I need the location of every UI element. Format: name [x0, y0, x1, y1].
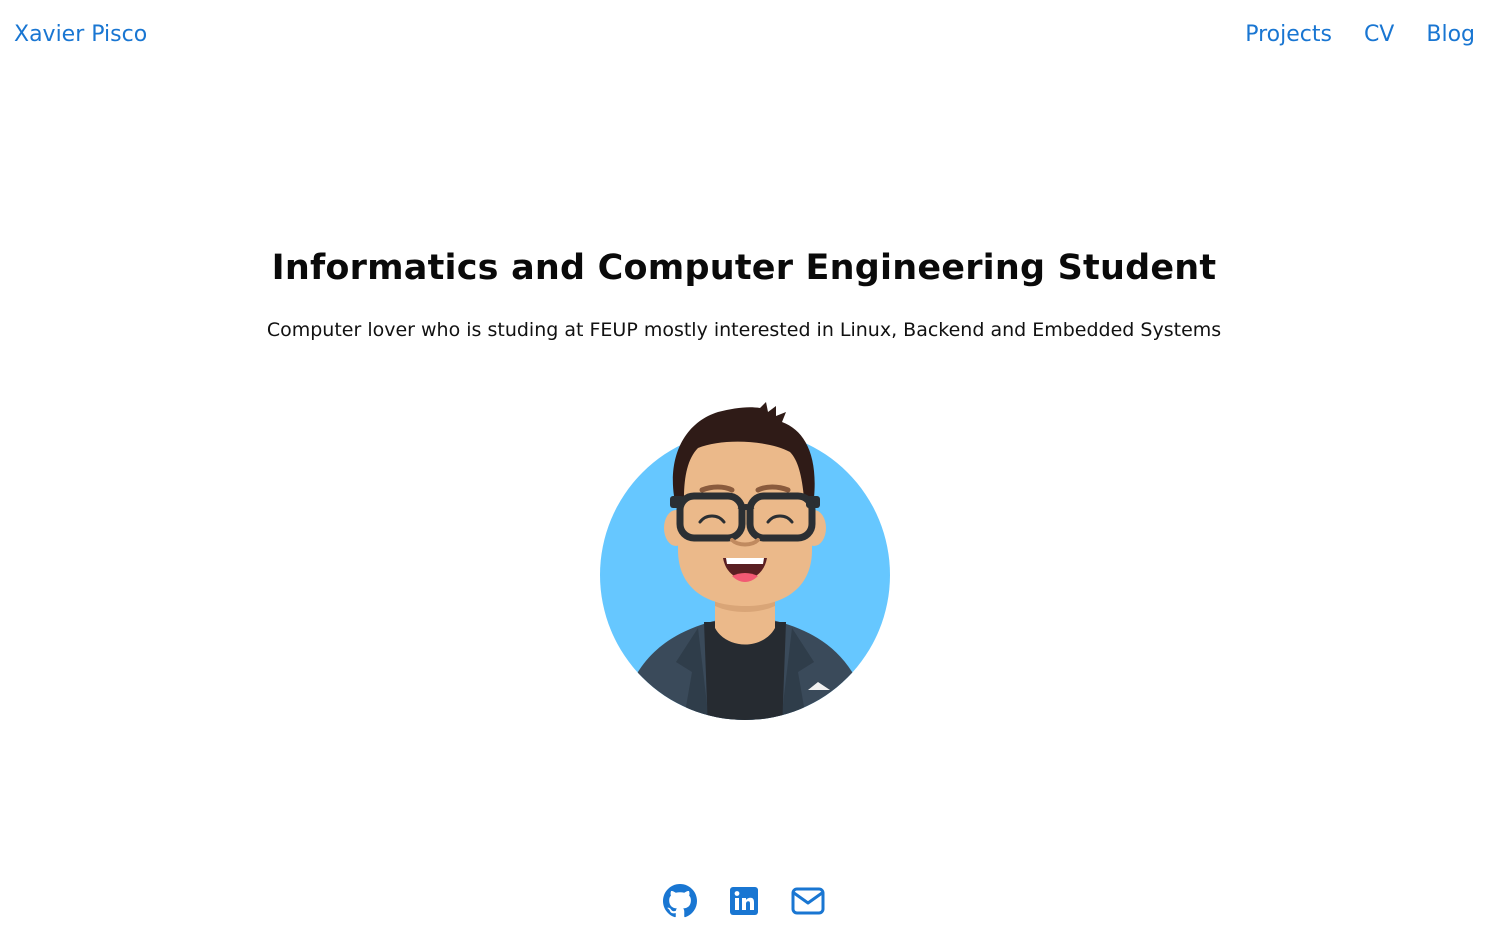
github-icon — [663, 884, 697, 918]
email-link[interactable] — [791, 884, 825, 918]
page-title: Informatics and Computer Engineering Stu… — [271, 248, 1217, 288]
linkedin-icon — [730, 887, 758, 915]
brand-link[interactable]: Xavier Pisco — [14, 20, 147, 50]
site-header: Xavier Pisco Projects CV Blog — [0, 0, 1488, 72]
cartoon-avatar-icon — [598, 400, 892, 722]
hero-section: Informatics and Computer Engineering Stu… — [0, 242, 1488, 344]
github-link[interactable] — [663, 884, 697, 918]
page-subtitle: Computer lover who is studing at FEUP mo… — [266, 319, 1222, 341]
linkedin-link[interactable] — [727, 884, 761, 918]
email-icon — [791, 887, 825, 915]
page: Xavier Pisco Projects CV Blog Informatic… — [0, 0, 1488, 931]
nav-projects-link[interactable]: Projects — [1245, 20, 1332, 50]
main-nav: Projects CV Blog — [1245, 20, 1475, 50]
nav-cv-link[interactable]: CV — [1364, 20, 1394, 50]
social-links — [0, 884, 1488, 918]
nav-blog-link[interactable]: Blog — [1426, 20, 1475, 50]
